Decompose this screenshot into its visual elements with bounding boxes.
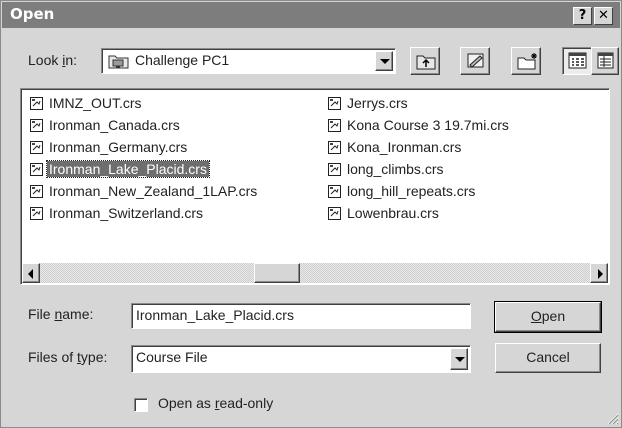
file-name-label: long_climbs.crs: [347, 161, 444, 177]
arrow-left-icon: [28, 269, 33, 279]
file-name-label: Lowenbrau.crs: [347, 205, 439, 221]
crs-file-icon: [328, 185, 341, 198]
files-of-type-value: Course File: [136, 349, 208, 365]
crs-file-icon: [328, 97, 341, 110]
close-button[interactable]: ✕: [594, 7, 613, 25]
file-name-label: Ironman_Switzerland.crs: [49, 205, 204, 221]
chevron-down-icon: [380, 59, 390, 64]
look-in-combobox[interactable]: Challenge PC1: [101, 48, 396, 74]
open-read-only-checkbox[interactable]: [134, 398, 148, 412]
list-view-button[interactable]: [562, 47, 592, 75]
file-name-label: Kona Course 3 19.7mi.crs: [347, 117, 509, 133]
scrollbar-thumb[interactable]: [254, 263, 300, 283]
file-name-input[interactable]: Ironman_Lake_Placid.crs: [131, 303, 471, 329]
crs-file-icon: [30, 207, 43, 220]
chevron-down-icon: [455, 357, 465, 362]
horizontal-scrollbar[interactable]: [22, 263, 608, 283]
desktop-button[interactable]: [460, 47, 490, 75]
crs-file-icon: [328, 141, 341, 154]
crs-file-icon: [30, 185, 43, 198]
desktop-icon: [467, 53, 484, 68]
file-name-label: IMNZ_OUT.crs: [49, 95, 142, 111]
file-name-label: Ironman_New_Zealand_1LAP.crs: [49, 183, 258, 199]
resize-grip-icon[interactable]: [606, 412, 619, 425]
details-view-icon: [597, 52, 614, 69]
crs-file-icon: [30, 141, 43, 154]
scroll-right-button[interactable]: [590, 263, 608, 283]
crs-file-icon: [30, 119, 43, 132]
file-name-label: Ironman_Lake_Placid.crs: [46, 160, 210, 178]
scroll-left-button[interactable]: [22, 263, 40, 283]
cancel-button[interactable]: Cancel: [495, 343, 601, 373]
arrow-right-icon: [598, 269, 603, 279]
look-in-value: Challenge PC1: [135, 52, 230, 68]
file-name-label: long_hill_repeats.crs: [347, 183, 476, 199]
open-read-only-label[interactable]: Open as read-only: [158, 395, 273, 411]
file-name-label: Kona_Ironman.crs: [347, 139, 462, 155]
title-bar[interactable]: Open ? ✕: [2, 2, 620, 28]
up-one-level-icon: [416, 55, 436, 70]
help-button[interactable]: ?: [573, 7, 592, 25]
crs-file-icon: [328, 207, 341, 220]
crs-file-icon: [328, 163, 341, 176]
look-in-dropdown-button[interactable]: [375, 51, 393, 71]
crs-file-icon: [30, 163, 43, 176]
file-name-label: Jerrys.crs: [347, 95, 408, 111]
open-dialog: Open ? ✕ Look in: Challenge PC1 IMNZ_OUT…: [0, 0, 622, 428]
new-folder-button[interactable]: [511, 47, 541, 75]
file-list[interactable]: IMNZ_OUT.crs Ironman_Canada.crs Ironman_Ge…: [20, 88, 610, 285]
look-in-label: Look in:: [28, 52, 78, 68]
up-one-level-button[interactable]: [410, 47, 440, 75]
file-name-label: Ironman_Germany.crs: [49, 139, 188, 155]
files-of-type-combobox[interactable]: Course File: [131, 345, 471, 373]
crs-file-icon: [30, 97, 43, 110]
details-view-button[interactable]: [591, 47, 619, 75]
open-button[interactable]: Open: [494, 301, 602, 333]
dialog-title: Open: [10, 5, 55, 23]
network-folder-icon: [108, 55, 129, 69]
new-folder-icon: [517, 53, 537, 70]
file-name-label: Ironman_Canada.crs: [49, 117, 180, 133]
files-of-type-label: Files of type:: [28, 349, 108, 365]
list-view-icon: [568, 52, 587, 69]
crs-file-icon: [328, 119, 341, 132]
files-of-type-dropdown-button[interactable]: [450, 348, 468, 370]
file-name-label: File name:: [28, 306, 94, 322]
